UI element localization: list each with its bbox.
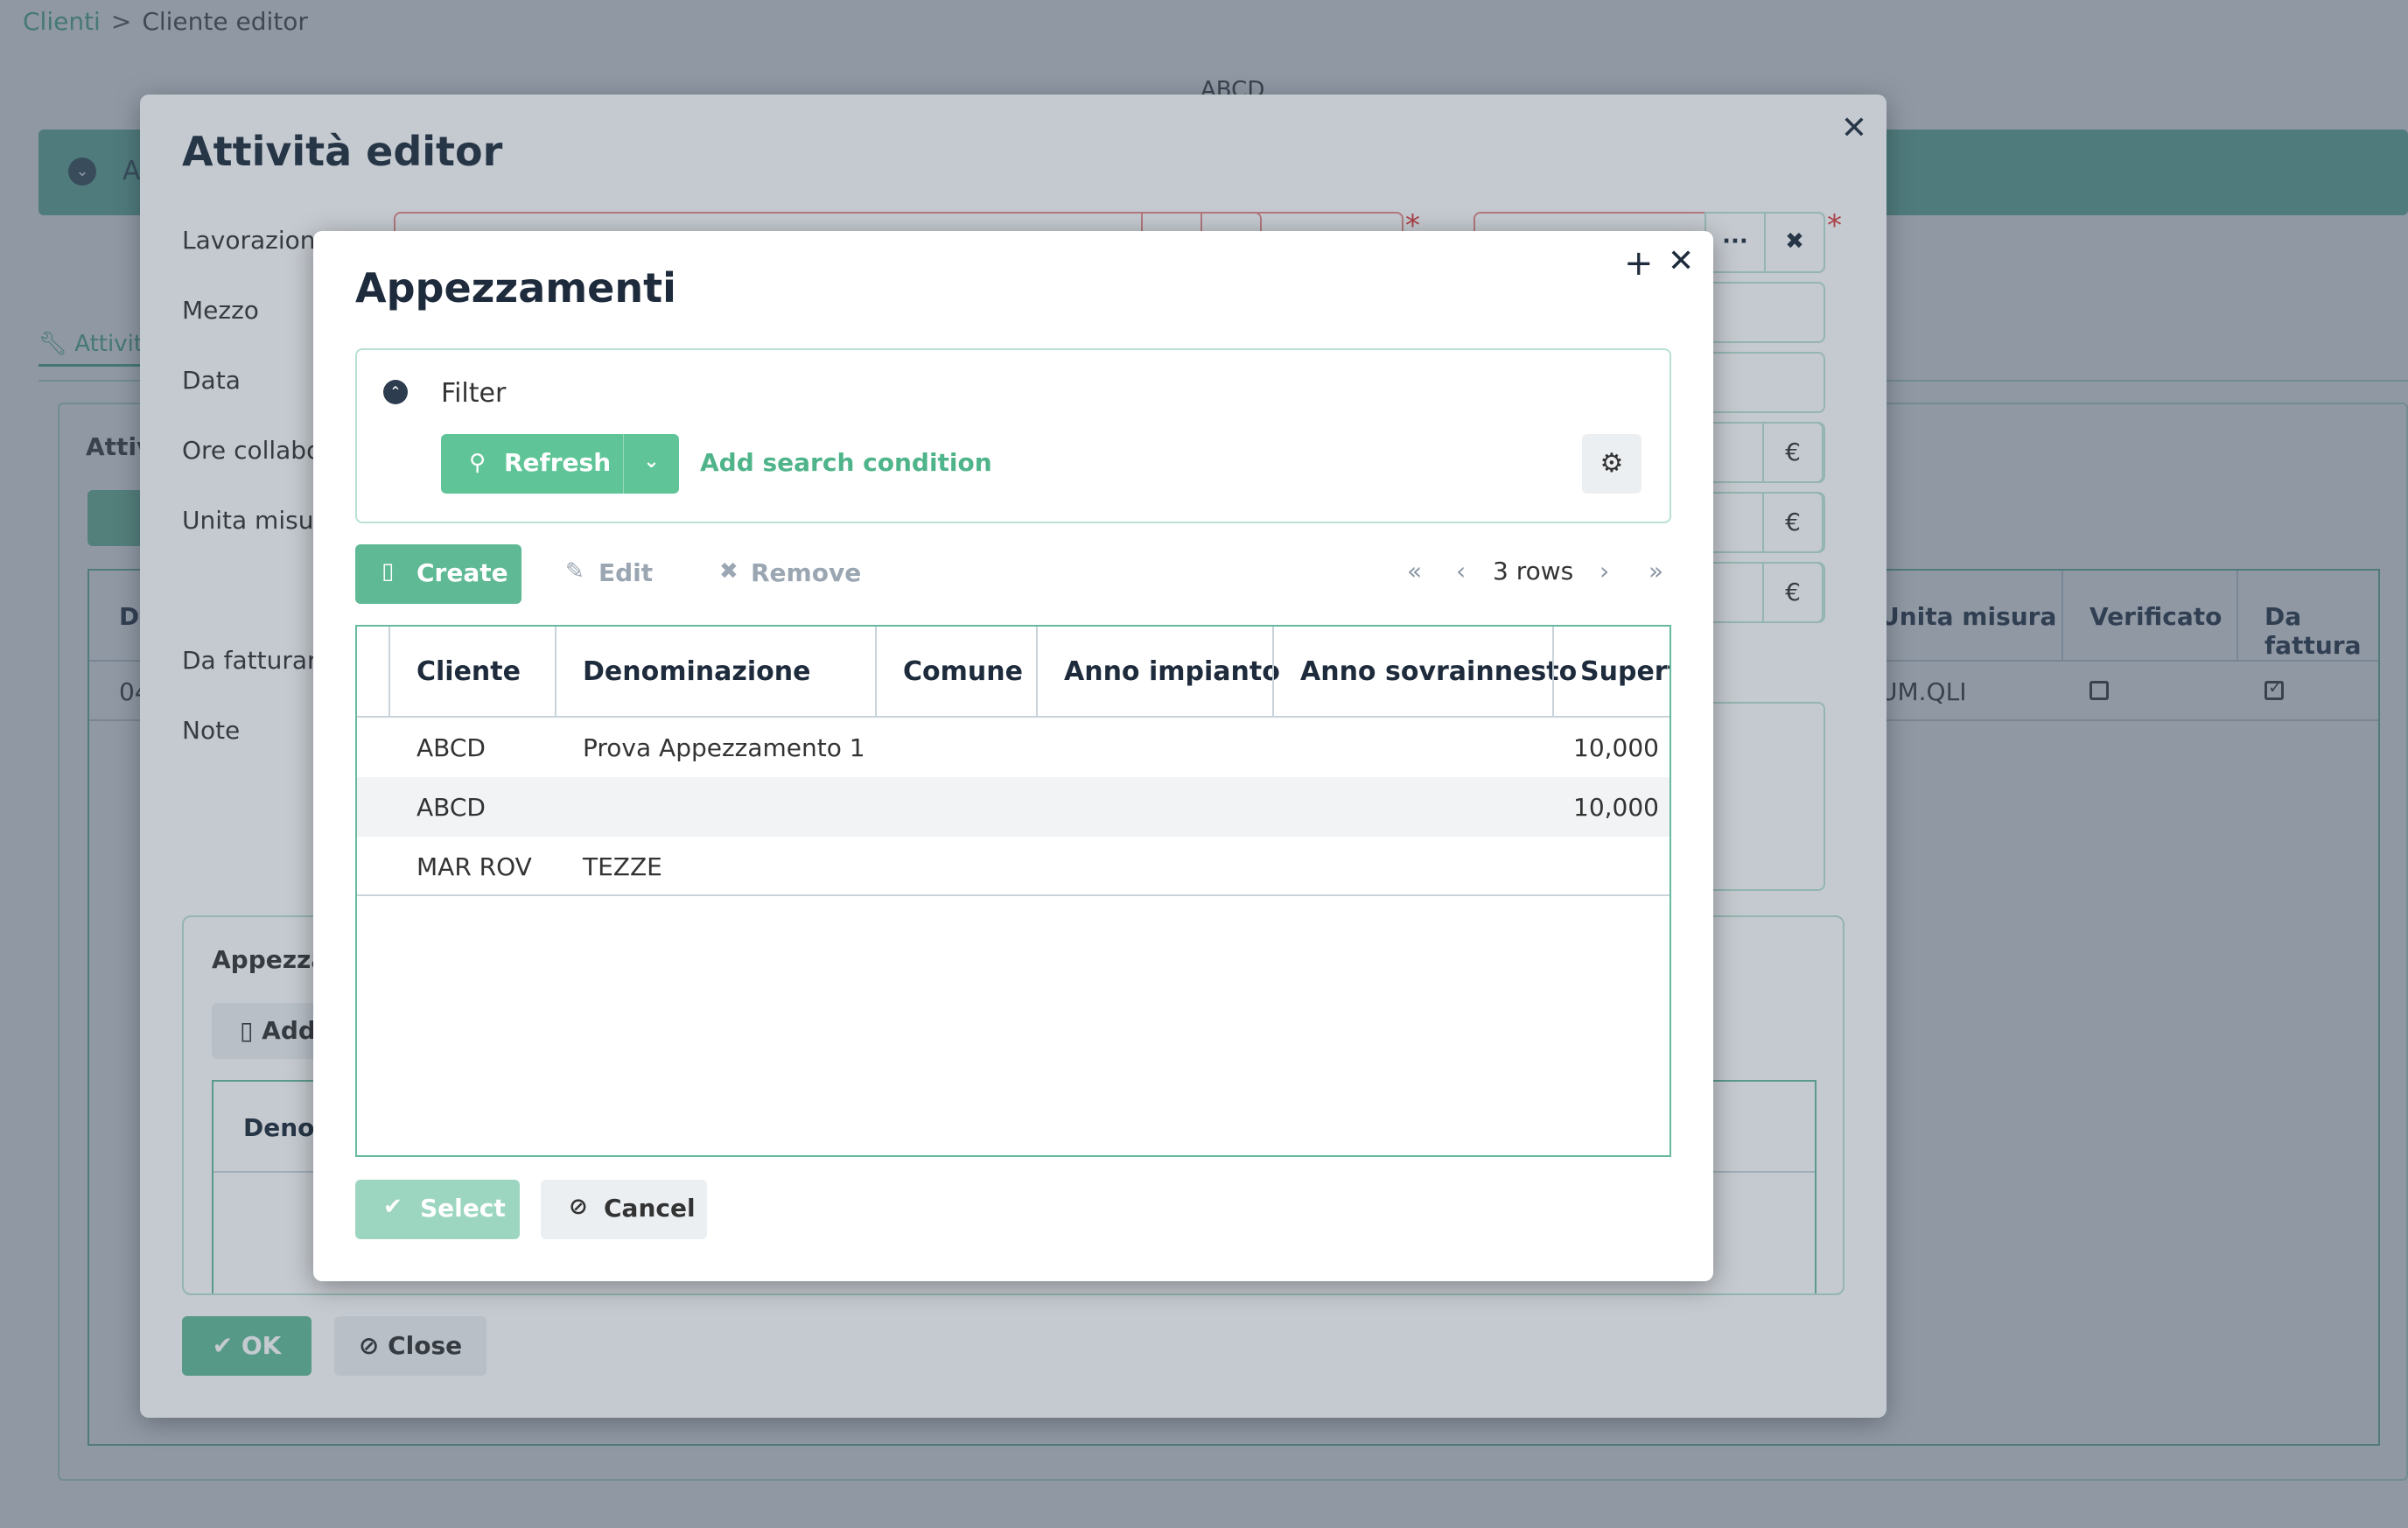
cancel-button[interactable]: ⊘ Cancel [541,1180,707,1239]
rows-count: 3 rows [1493,557,1574,585]
ban-icon: ⊘ [569,1194,588,1220]
table-header: Cliente Denominazione Comune Anno impian… [357,627,1670,718]
prev-page-icon[interactable]: ‹ [1456,557,1466,585]
table-row[interactable]: MAR ROV TEZZE [357,837,1670,896]
column-divider [1036,627,1038,718]
gear-icon[interactable]: ⚙ [1582,434,1642,494]
refresh-label: Refresh [504,448,612,477]
edit-label: Edit [598,558,654,587]
column-divider [875,627,877,718]
cell-cliente: MAR ROV [416,852,532,881]
cell-cliente: ABCD [416,793,486,822]
remove-button[interactable]: ✖ Remove [719,544,877,604]
column-divider [1272,627,1274,718]
pencil-icon: ✎ [565,558,584,585]
select-label: Select [420,1194,506,1223]
column-header-cliente[interactable]: Cliente [416,656,521,687]
next-page-icon[interactable]: › [1600,557,1609,585]
chevron-down-icon[interactable]: ⌄ [623,434,679,494]
cell-denominazione: TEZZE [583,852,662,881]
column-header-denominazione[interactable]: Denominazione [583,656,810,687]
column-header-comune[interactable]: Comune [903,656,1023,687]
cell-denominazione: Prova Appezzamento 1 [583,733,865,762]
plus-icon[interactable]: + [1624,243,1654,284]
column-header-anno-impianto[interactable]: Anno impianto [1064,656,1280,687]
edit-button[interactable]: ✎ Edit [556,544,670,604]
cell-superficie: 10,000 [1573,793,1659,822]
close-icon[interactable]: ✕ [1668,243,1694,279]
cell-cliente: ABCD [416,733,486,762]
refresh-button[interactable]: ⚲ Refresh ⌄ [441,434,679,494]
remove-label: Remove [751,558,862,587]
column-divider [1552,627,1554,718]
pagination: « ‹ 3 rows › » [1398,557,1671,592]
cell-superficie: 10,000 [1573,733,1659,762]
search-icon: ⚲ [469,450,486,476]
column-header-superficie[interactable]: Superfi [1580,656,1670,687]
column-header-anno-sovrainnesto[interactable]: Anno sovrainnesto [1300,656,1577,687]
create-button[interactable]: ▯ Create [355,544,522,604]
cancel-label: Cancel [604,1194,696,1223]
create-label: Create [416,558,508,587]
first-page-icon[interactable]: « [1407,557,1422,585]
select-button[interactable]: ✔ Select [355,1180,520,1239]
chevron-up-icon[interactable]: ⌃ [383,380,408,404]
filter-panel: ⌃ Filter ⚲ Refresh ⌄ Add search conditio… [355,348,1671,523]
check-icon: ✔ [383,1194,402,1220]
column-divider [555,627,556,718]
file-icon: ▯ [382,558,395,585]
table-row[interactable]: ABCD Prova Appezzamento 1 10,000 [357,718,1670,777]
dialog-title: Appezzamenti [355,264,676,312]
column-divider [388,627,390,718]
appezzamenti-dialog: Appezzamenti + ✕ ⌃ Filter ⚲ Refresh ⌄ Ad… [313,231,1713,1281]
filter-label: Filter [441,378,507,409]
appezzamenti-table: Cliente Denominazione Comune Anno impian… [355,625,1671,1157]
table-row[interactable]: ABCD 10,000 [357,777,1670,837]
last-page-icon[interactable]: » [1648,557,1663,585]
add-search-condition-link[interactable]: Add search condition [700,448,992,477]
remove-icon: ✖ [719,558,738,585]
